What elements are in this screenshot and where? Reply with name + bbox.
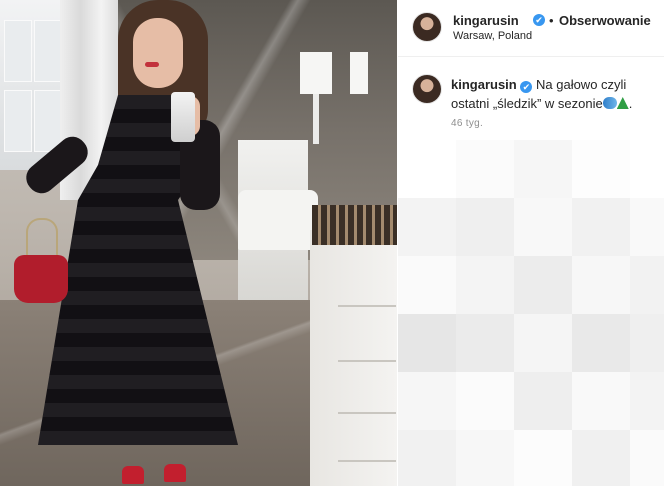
smartphone xyxy=(171,92,195,142)
drawer-line xyxy=(338,412,396,414)
verified-badge-icon: ✔ xyxy=(533,14,545,26)
location-link[interactable]: Warsaw, Poland xyxy=(453,30,532,42)
caption: kingarusin ✔ Na gałowo czyli ostatni „śl… xyxy=(451,75,661,113)
post-timestamp[interactable]: 46 tyg. xyxy=(451,118,483,129)
drawer-line xyxy=(338,305,396,307)
verified-badge-icon: ✔ xyxy=(520,81,533,93)
lips xyxy=(145,62,159,67)
red-handbag xyxy=(14,255,68,303)
post-header: kingarusin ✔ • Obserwowanie Warsaw, Pola… xyxy=(398,0,664,57)
lamp-shade xyxy=(300,52,332,94)
post-photo[interactable] xyxy=(0,0,397,486)
lamp-shade xyxy=(350,52,368,94)
red-shoe xyxy=(164,464,186,482)
username-link[interactable]: kingarusin xyxy=(453,13,519,28)
face xyxy=(133,18,183,88)
caption-end: . xyxy=(628,96,633,111)
fish-emoji-icon xyxy=(602,97,617,109)
caption-avatar[interactable] xyxy=(412,74,442,104)
red-shoe xyxy=(122,466,144,484)
jewelry-tray xyxy=(312,205,397,245)
cabinet xyxy=(310,230,397,486)
drawer-line xyxy=(338,460,396,462)
avatar[interactable] xyxy=(412,12,442,42)
christmas-tree-emoji-icon xyxy=(616,97,629,109)
drawer-line xyxy=(338,360,396,362)
follow-separator: • xyxy=(549,13,554,28)
pixelated-comments-area xyxy=(398,140,664,486)
caption-username[interactable]: kingarusin xyxy=(451,77,517,92)
lamp-arm xyxy=(313,94,319,144)
sink xyxy=(238,190,318,250)
following-button[interactable]: Obserwowanie xyxy=(559,13,651,28)
